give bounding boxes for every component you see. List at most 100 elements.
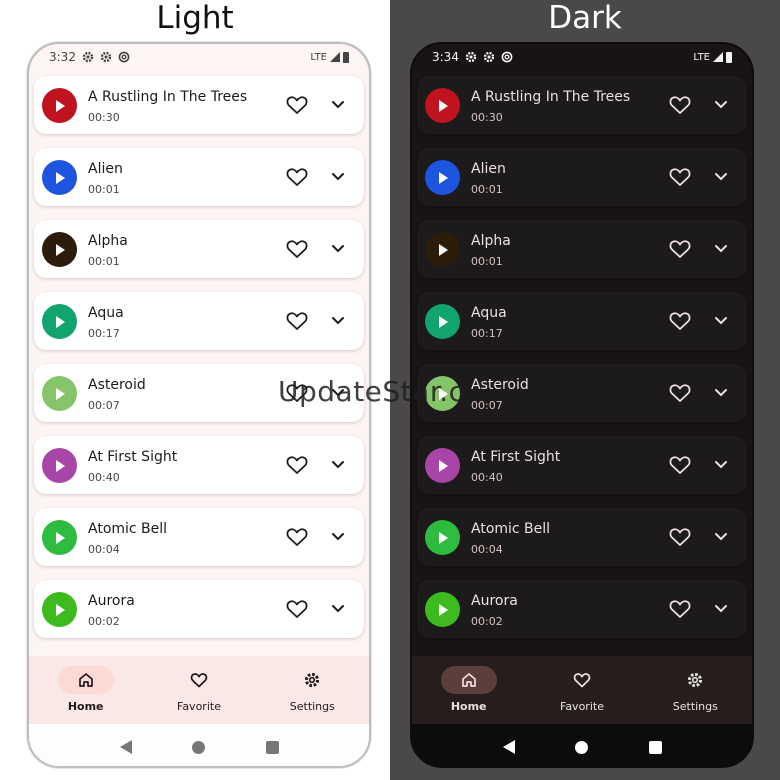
- heart-icon[interactable]: [669, 527, 691, 547]
- play-button[interactable]: [425, 88, 460, 123]
- heart-icon[interactable]: [669, 239, 691, 259]
- gear-icon: [100, 51, 112, 63]
- list-item[interactable]: Aurora 00:02: [34, 580, 364, 638]
- play-button[interactable]: [42, 592, 77, 627]
- dark-caption: Dark: [548, 0, 622, 36]
- heart-icon[interactable]: [669, 383, 691, 403]
- track-title: Asteroid: [471, 377, 529, 393]
- play-icon: [438, 243, 448, 256]
- track-duration: 00:07: [88, 399, 120, 412]
- list-item[interactable]: Asteroid 00:07: [34, 364, 364, 422]
- nav-indicator: [440, 666, 497, 694]
- chevron-down-icon[interactable]: [331, 171, 345, 183]
- list-item[interactable]: Aurora 00:02: [417, 580, 747, 638]
- list-item[interactable]: Alpha 00:01: [417, 220, 747, 278]
- nav-item-settings[interactable]: Settings: [639, 656, 752, 724]
- track-title: Aurora: [88, 593, 135, 609]
- play-icon: [438, 603, 448, 616]
- list-item[interactable]: Alien 00:01: [34, 148, 364, 206]
- chevron-down-icon[interactable]: [331, 531, 345, 543]
- chevron-down-icon[interactable]: [331, 99, 345, 111]
- play-button[interactable]: [425, 304, 460, 339]
- system-navigation: [412, 724, 752, 766]
- play-button[interactable]: [425, 448, 460, 483]
- chevron-down-icon[interactable]: [714, 99, 728, 111]
- play-button[interactable]: [425, 160, 460, 195]
- list-item[interactable]: Atomic Bell 00:04: [417, 508, 747, 566]
- chevron-down-icon[interactable]: [714, 603, 728, 615]
- heart-icon[interactable]: [286, 527, 308, 547]
- play-button[interactable]: [425, 232, 460, 267]
- chevron-down-icon[interactable]: [714, 387, 728, 399]
- nav-item-home[interactable]: Home: [412, 656, 525, 724]
- track-title: Alien: [471, 161, 506, 177]
- heart-icon[interactable]: [286, 455, 308, 475]
- chevron-down-icon[interactable]: [331, 243, 345, 255]
- battery-icon: [726, 51, 732, 63]
- nav-item-home[interactable]: Home: [29, 656, 142, 724]
- play-button[interactable]: [425, 592, 460, 627]
- track-title: Asteroid: [88, 377, 146, 393]
- play-button[interactable]: [42, 304, 77, 339]
- list-item[interactable]: Aqua 00:17: [34, 292, 364, 350]
- chevron-down-icon[interactable]: [714, 315, 728, 327]
- heart-icon[interactable]: [286, 383, 308, 403]
- home-icon: [78, 673, 93, 687]
- list-item[interactable]: At First Sight 00:40: [417, 436, 747, 494]
- heart-icon[interactable]: [286, 95, 308, 115]
- heart-icon[interactable]: [669, 167, 691, 187]
- heart-icon[interactable]: [286, 239, 308, 259]
- list-item[interactable]: A Rustling In The Trees 00:30: [417, 76, 747, 134]
- list-item[interactable]: Aqua 00:17: [417, 292, 747, 350]
- chevron-down-icon[interactable]: [331, 387, 345, 399]
- play-button[interactable]: [42, 160, 77, 195]
- nav-indicator: [667, 666, 723, 694]
- chevron-down-icon[interactable]: [331, 459, 345, 471]
- play-button[interactable]: [42, 520, 77, 555]
- recents-icon: [648, 740, 662, 754]
- list-item[interactable]: Alpha 00:01: [34, 220, 364, 278]
- play-button[interactable]: [42, 376, 77, 411]
- signal-icon: [330, 52, 340, 62]
- chevron-down-icon[interactable]: [714, 531, 728, 543]
- back-button[interactable]: [119, 740, 133, 754]
- heart-icon: [573, 673, 591, 688]
- play-button[interactable]: [42, 88, 77, 123]
- heart-icon[interactable]: [669, 311, 691, 331]
- track-title: Alpha: [88, 233, 128, 249]
- back-button[interactable]: [502, 740, 516, 754]
- track-title: Aqua: [471, 305, 507, 321]
- chevron-down-icon[interactable]: [331, 603, 345, 615]
- home-system-button[interactable]: [192, 740, 206, 754]
- play-button[interactable]: [425, 520, 460, 555]
- nav-item-favorite[interactable]: Favorite: [525, 656, 638, 724]
- chevron-down-icon[interactable]: [714, 459, 728, 471]
- recents-button[interactable]: [265, 740, 279, 754]
- heart-icon[interactable]: [669, 599, 691, 619]
- nav-indicator: [284, 666, 340, 694]
- list-item[interactable]: At First Sight 00:40: [34, 436, 364, 494]
- heart-icon[interactable]: [669, 455, 691, 475]
- recents-button[interactable]: [648, 740, 662, 754]
- heart-icon[interactable]: [286, 311, 308, 331]
- nav-item-favorite[interactable]: Favorite: [142, 656, 255, 724]
- heart-icon[interactable]: [286, 167, 308, 187]
- list-item[interactable]: Alien 00:01: [417, 148, 747, 206]
- list-item[interactable]: A Rustling In The Trees 00:30: [34, 76, 364, 134]
- play-button[interactable]: [42, 232, 77, 267]
- track-duration: 00:04: [88, 543, 120, 556]
- play-icon: [55, 531, 65, 544]
- chevron-down-icon[interactable]: [714, 171, 728, 183]
- heart-icon[interactable]: [669, 95, 691, 115]
- nav-item-settings[interactable]: Settings: [256, 656, 369, 724]
- status-bar: 3:32 LTE: [29, 44, 369, 70]
- track-title: Alpha: [471, 233, 511, 249]
- heart-icon[interactable]: [286, 599, 308, 619]
- list-item[interactable]: Atomic Bell 00:04: [34, 508, 364, 566]
- play-button[interactable]: [42, 448, 77, 483]
- chevron-down-icon[interactable]: [714, 243, 728, 255]
- home-system-button[interactable]: [575, 740, 589, 754]
- list-item[interactable]: Asteroid 00:07: [417, 364, 747, 422]
- play-button[interactable]: [425, 376, 460, 411]
- chevron-down-icon[interactable]: [331, 315, 345, 327]
